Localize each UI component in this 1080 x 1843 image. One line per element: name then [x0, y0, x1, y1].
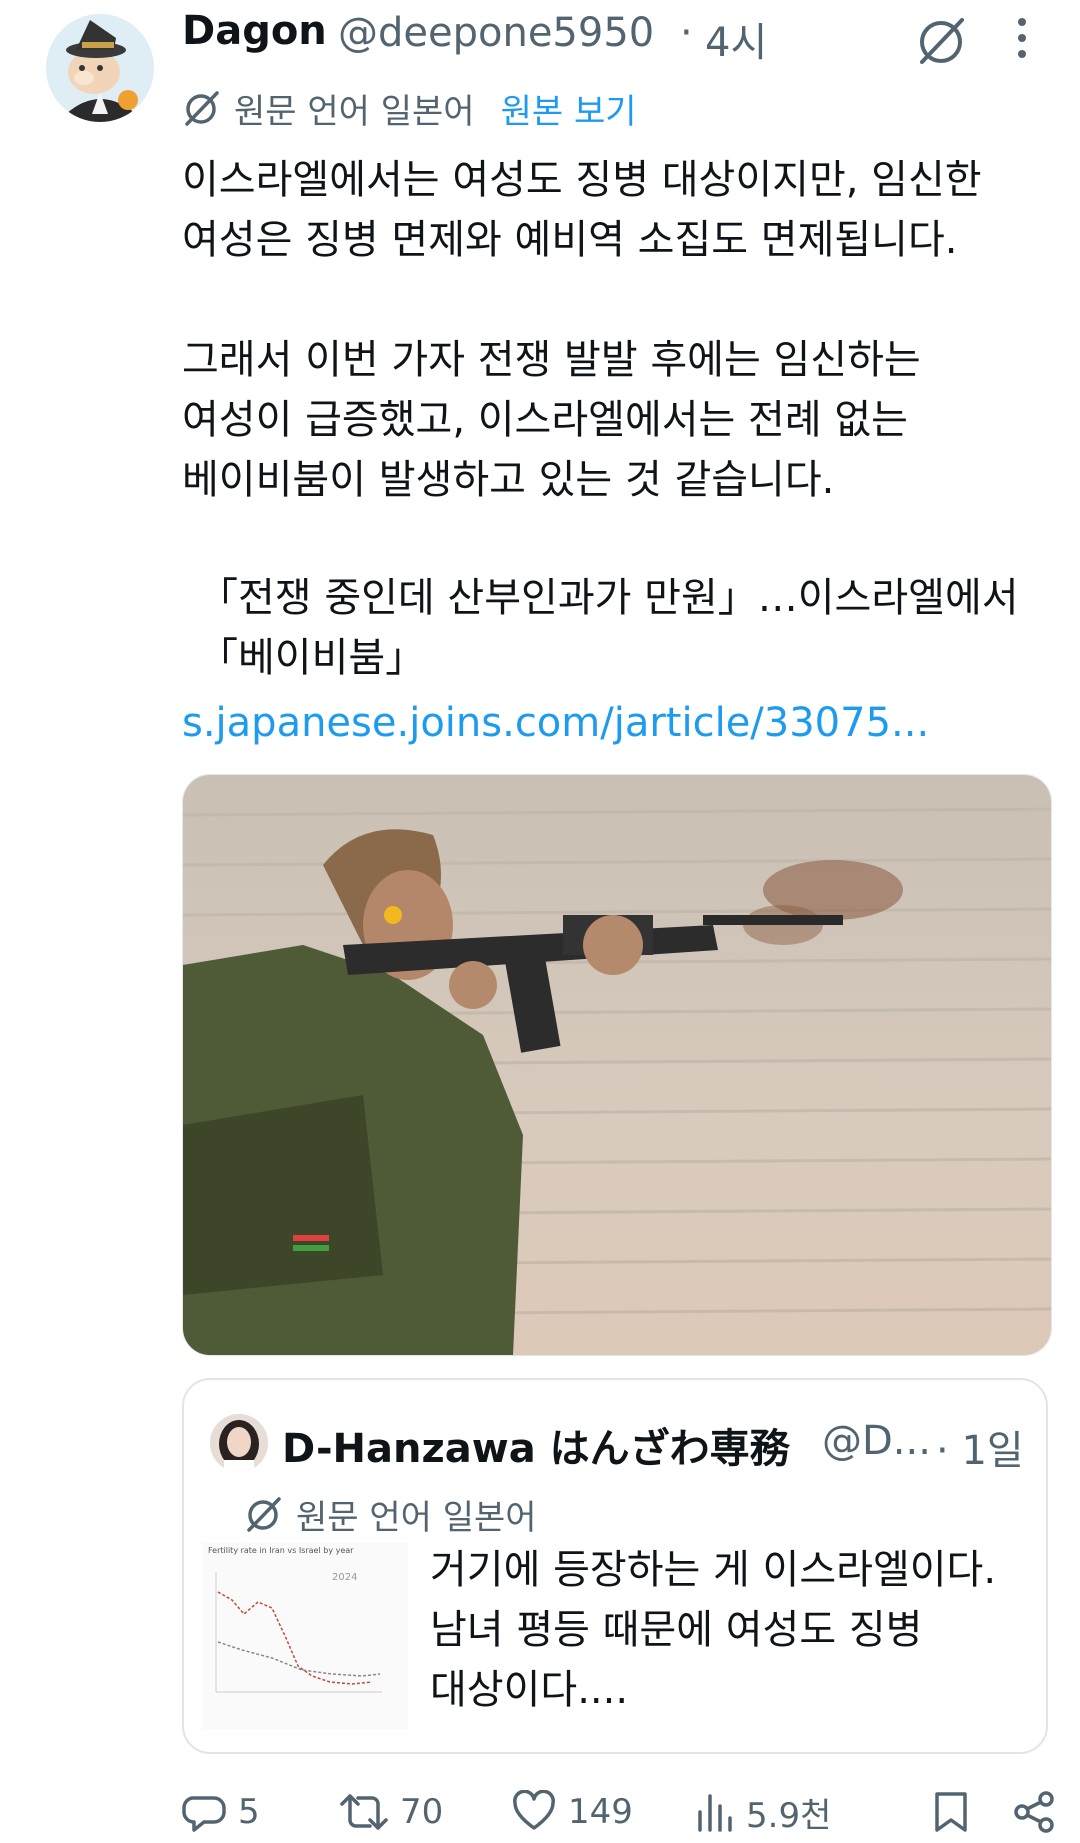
view-original-link[interactable]: 원본 보기: [501, 84, 637, 133]
translation-notice: 원문 언어 일본어 원본 보기: [182, 84, 637, 132]
retweet-icon: [340, 1794, 388, 1830]
original-language-text: 원문 언어 일본어: [234, 91, 475, 132]
link-card-title[interactable]: 「전쟁 중인데 산부인과가 만원」…이스라엘에서 「베이비붐」: [198, 568, 1058, 688]
quote-body: 거기에 등장하는 게 이스라엘이다. 남녀 평등 때문에 여성도 징병 대상이다…: [430, 1547, 997, 1713]
quote-tweet[interactable]: D-Hanzawa はんざわ専務 @D... · 1일 원문 언어 일본어 Fe…: [182, 1378, 1048, 1754]
separator-dot: ·: [680, 10, 693, 56]
reply-count: 5: [238, 1792, 260, 1832]
grok-icon[interactable]: [914, 12, 970, 68]
author-avatar[interactable]: [46, 14, 154, 122]
quote-translation-notice: 원문 언어 일본어: [244, 1490, 537, 1538]
author-handle[interactable]: @deepone5950: [338, 10, 654, 56]
like-icon: [513, 1790, 555, 1830]
quote-original-language-text: 원문 언어 일본어: [296, 1497, 537, 1538]
bookmark-icon: [935, 1792, 967, 1832]
translate-icon: [185, 91, 219, 126]
reply-icon: [182, 1796, 226, 1832]
share-icon: [1014, 1791, 1054, 1833]
like-count: 149: [568, 1792, 633, 1832]
tweet-body: 이스라엘에서는 여성도 징병 대상이지만, 임신한 여성은 징병 면제와 예비역…: [182, 157, 982, 503]
tweet-media-image[interactable]: [182, 774, 1052, 1356]
reply-button[interactable]: 5: [182, 1784, 260, 1840]
timestamp[interactable]: 4시: [705, 10, 767, 68]
like-button[interactable]: 149: [512, 1784, 633, 1840]
quote-author-handle[interactable]: @D...: [822, 1418, 931, 1464]
translate-icon: [247, 1497, 281, 1532]
view-count: 5.9천: [746, 1795, 832, 1836]
retweet-count: 70: [400, 1792, 444, 1832]
views-icon: [698, 1794, 732, 1832]
author-name[interactable]: Dagon: [182, 8, 327, 54]
quote-author-avatar[interactable]: [210, 1414, 268, 1472]
quote-author-name[interactable]: D-Hanzawa はんざわ専務: [282, 1416, 790, 1474]
action-bar: 5 70 149 5.9천: [182, 1784, 1062, 1840]
link-card-url[interactable]: s.japanese.joins.com/jarticle/33075...: [182, 700, 929, 746]
bookmark-button[interactable]: [932, 1784, 982, 1840]
quote-separator: ·: [936, 1428, 949, 1474]
share-button[interactable]: [1012, 1784, 1068, 1840]
quote-time: 1일: [961, 1428, 1024, 1474]
retweet-button[interactable]: 70: [340, 1784, 443, 1840]
more-icon[interactable]: [1012, 14, 1032, 62]
views-button[interactable]: 5.9천: [694, 1784, 831, 1840]
quote-chart-thumbnail[interactable]: Fertility rate in Iran vs Israel by year…: [202, 1542, 408, 1730]
quote-timestamp[interactable]: · 1일: [936, 1418, 1024, 1476]
